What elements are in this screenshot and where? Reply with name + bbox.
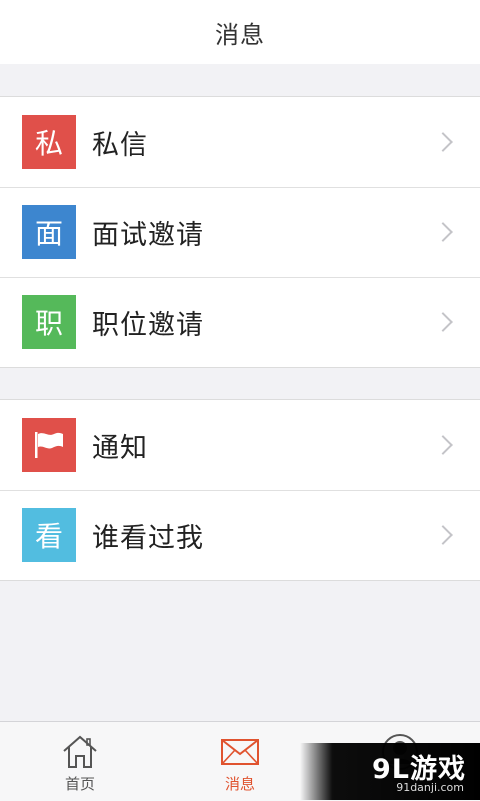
mail-icon	[221, 739, 259, 765]
flag-icon	[35, 432, 63, 458]
watermark-logo: 9L游戏 91danji.com	[300, 743, 480, 800]
chevron-right-icon	[433, 312, 453, 332]
who-viewed-me-badge: 看	[22, 508, 76, 562]
list-item-interview-invite[interactable]: 面 面试邀请	[0, 187, 480, 277]
message-group-primary: 私 私信 面 面试邀请 职 职位邀请	[0, 96, 480, 368]
list-item-label: 通知	[92, 432, 148, 464]
list-item-notification[interactable]: 通知	[0, 400, 480, 490]
job-invite-badge: 职	[22, 295, 76, 349]
watermark-url: 91danji.com	[396, 781, 464, 794]
list-item-label: 谁看过我	[92, 522, 204, 554]
header-bar: 消息	[0, 0, 480, 64]
chevron-right-icon	[433, 132, 453, 152]
home-icon	[63, 735, 97, 768]
list-item-label: 私信	[92, 129, 148, 161]
tab-label: 首页	[64, 775, 95, 793]
list-item-label: 面试邀请	[92, 219, 204, 251]
private-message-badge: 私	[22, 115, 76, 169]
tab-messages[interactable]: 消息	[190, 722, 290, 801]
chevron-right-icon	[433, 435, 453, 455]
notification-badge	[22, 418, 76, 472]
list-item-private-message[interactable]: 私 私信	[0, 97, 480, 187]
tab-home[interactable]: 首页	[30, 722, 130, 801]
chevron-right-icon	[433, 222, 453, 242]
message-group-secondary: 通知 看 谁看过我	[0, 399, 480, 581]
list-item-label: 职位邀请	[92, 309, 204, 341]
page-title: 消息	[215, 20, 265, 49]
tab-label: 消息	[224, 775, 255, 793]
chevron-right-icon	[433, 525, 453, 545]
list-item-who-viewed-me[interactable]: 看 谁看过我	[0, 490, 480, 580]
list-item-job-invite[interactable]: 职 职位邀请	[0, 277, 480, 367]
interview-invite-badge: 面	[22, 205, 76, 259]
